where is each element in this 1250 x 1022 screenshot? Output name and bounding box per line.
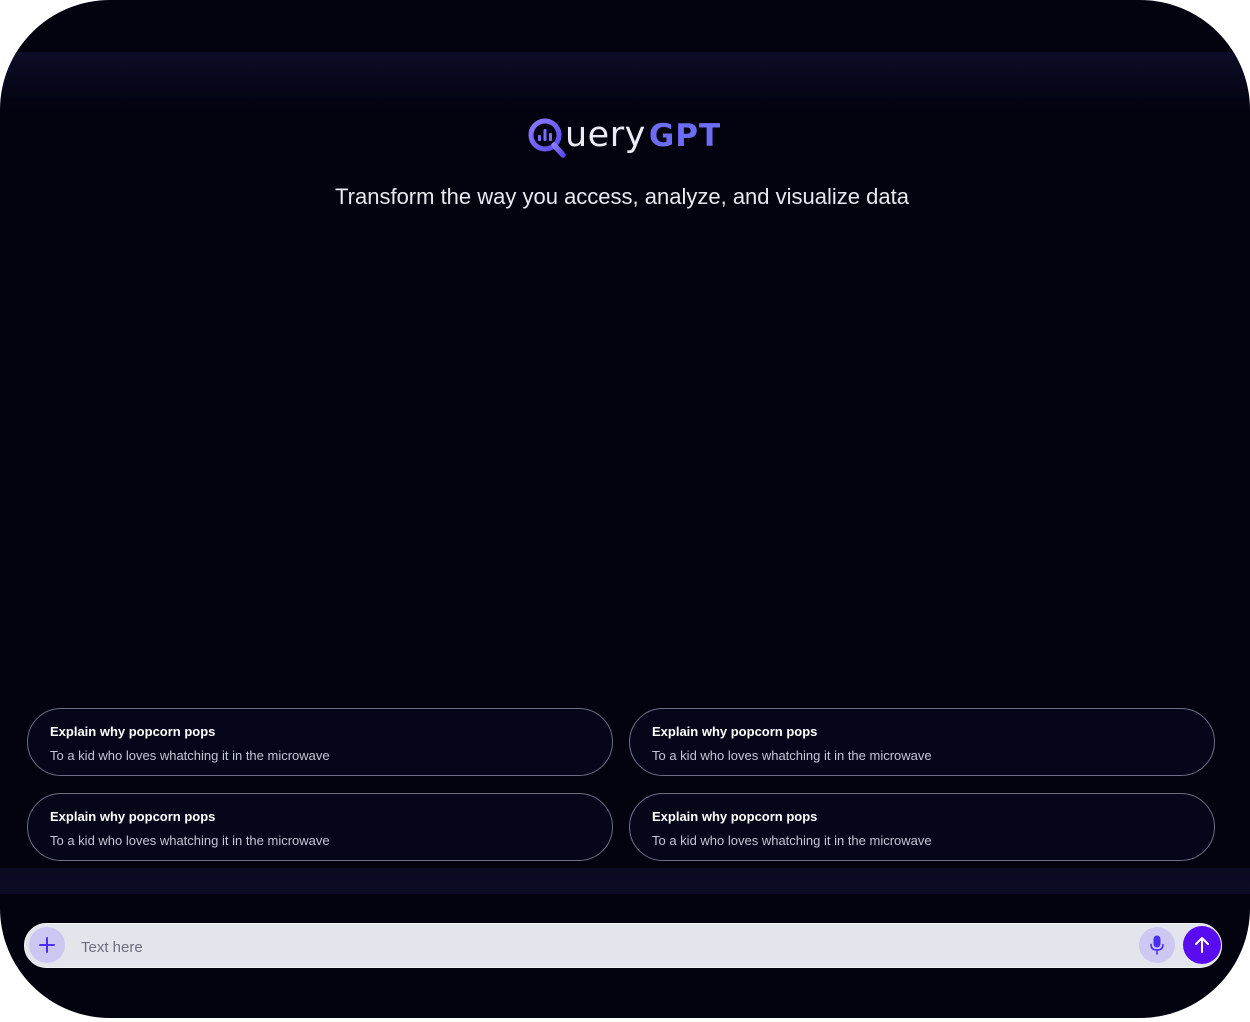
- composer-divider: [0, 868, 1250, 894]
- query-logo-icon: [528, 118, 566, 158]
- suggestion-card[interactable]: Explain why popcorn pops To a kid who lo…: [629, 708, 1215, 776]
- suggestion-subtitle: To a kid who loves whatching it in the m…: [50, 833, 330, 848]
- suggestion-title: Explain why popcorn pops: [652, 724, 818, 739]
- suggestion-card[interactable]: Explain why popcorn pops To a kid who lo…: [27, 793, 613, 861]
- microphone-icon: [1150, 935, 1164, 955]
- plus-icon: [39, 937, 55, 953]
- send-button[interactable]: [1183, 926, 1221, 964]
- arrow-up-icon: [1195, 937, 1209, 953]
- app-logo: uery GPT: [527, 112, 721, 162]
- voice-input-button[interactable]: [1139, 927, 1175, 963]
- suggestion-subtitle: To a kid who loves whatching it in the m…: [50, 748, 330, 763]
- suggestion-card[interactable]: Explain why popcorn pops To a kid who lo…: [629, 793, 1215, 861]
- suggestion-subtitle: To a kid who loves whatching it in the m…: [652, 833, 932, 848]
- message-composer: [24, 923, 1222, 968]
- suggestion-title: Explain why popcorn pops: [50, 724, 216, 739]
- message-input[interactable]: [79, 930, 1133, 964]
- tagline: Transform the way you access, analyze, a…: [335, 184, 909, 209]
- logo-text-query: uery: [565, 115, 646, 155]
- attach-button[interactable]: [29, 927, 65, 963]
- app-window: uery GPT Transform the way you access, a…: [0, 0, 1250, 1018]
- suggestion-subtitle: To a kid who loves whatching it in the m…: [652, 748, 932, 763]
- header-glow: [0, 52, 1250, 112]
- logo-text-gpt: GPT: [648, 118, 722, 154]
- suggestion-title: Explain why popcorn pops: [50, 809, 216, 824]
- suggestion-title: Explain why popcorn pops: [652, 809, 818, 824]
- suggestion-card[interactable]: Explain why popcorn pops To a kid who lo…: [27, 708, 613, 776]
